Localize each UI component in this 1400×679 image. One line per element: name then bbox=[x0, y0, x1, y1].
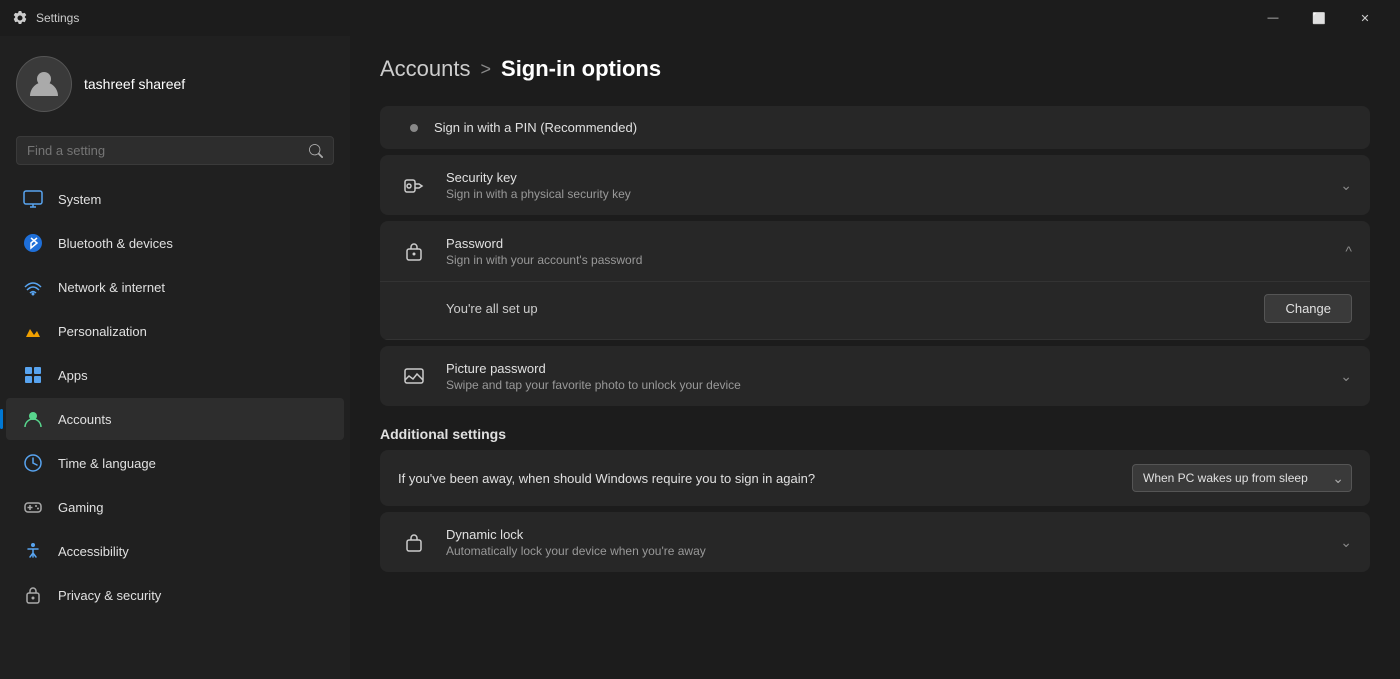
time-icon bbox=[22, 452, 44, 474]
pin-text: Sign in with a PIN (Recommended) bbox=[434, 120, 637, 135]
away-select-wrapper: When PC wakes up from sleep Every time N… bbox=[1132, 464, 1352, 492]
sidebar-item-network[interactable]: Network & internet bbox=[6, 266, 344, 308]
pin-dot-icon bbox=[410, 124, 418, 132]
close-button[interactable]: ✕ bbox=[1342, 2, 1388, 34]
password-card: Password Sign in with your account's pas… bbox=[380, 221, 1370, 340]
security-key-title: Security key bbox=[446, 170, 1324, 185]
system-icon bbox=[22, 188, 44, 210]
additional-settings-header: Additional settings bbox=[380, 426, 1370, 442]
picture-password-title: Picture password bbox=[446, 361, 1324, 376]
dynamic-lock-title: Dynamic lock bbox=[446, 527, 1324, 542]
sidebar-item-label-network: Network & internet bbox=[58, 280, 165, 295]
chevron-down-icon: ⌄ bbox=[1340, 177, 1352, 194]
sidebar-item-personalization[interactable]: Personalization bbox=[6, 310, 344, 352]
password-title: Password bbox=[446, 236, 1329, 251]
password-icon bbox=[398, 235, 430, 267]
security-key-subtitle: Sign in with a physical security key bbox=[446, 187, 1324, 201]
chevron-down-icon-2: ⌄ bbox=[1340, 368, 1352, 385]
password-expanded: You're all set up Change bbox=[380, 282, 1370, 340]
pin-card: Sign in with a PIN (Recommended) bbox=[380, 106, 1370, 149]
gaming-icon bbox=[22, 496, 44, 518]
dynamic-lock-icon bbox=[398, 526, 430, 558]
security-key-row[interactable]: Security key Sign in with a physical sec… bbox=[380, 155, 1370, 215]
change-password-button[interactable]: Change bbox=[1264, 294, 1352, 323]
breadcrumb-current: Sign-in options bbox=[501, 56, 661, 82]
breadcrumb-parent[interactable]: Accounts bbox=[380, 56, 471, 82]
main-content: Accounts > Sign-in options Sign in with … bbox=[350, 36, 1400, 679]
password-status-row: You're all set up Change bbox=[446, 294, 1352, 323]
security-key-card: Security key Sign in with a physical sec… bbox=[380, 155, 1370, 215]
network-icon bbox=[22, 276, 44, 298]
pin-row[interactable]: Sign in with a PIN (Recommended) bbox=[380, 106, 1370, 149]
sidebar-item-label-time: Time & language bbox=[58, 456, 156, 471]
user-profile: tashreef shareef bbox=[0, 36, 350, 128]
sidebar-item-label-bluetooth: Bluetooth & devices bbox=[58, 236, 173, 251]
password-subtitle: Sign in with your account's password bbox=[446, 253, 1329, 267]
accessibility-icon bbox=[22, 540, 44, 562]
picture-password-subtitle: Swipe and tap your favorite photo to unl… bbox=[446, 378, 1324, 392]
chevron-up-icon: ^ bbox=[1345, 243, 1352, 259]
window-controls: — ⬜ ✕ bbox=[1250, 2, 1388, 34]
bluetooth-icon bbox=[22, 232, 44, 254]
away-setting-row: If you've been away, when should Windows… bbox=[380, 450, 1370, 506]
sidebar: tashreef shareef System bbox=[0, 36, 350, 679]
sidebar-item-time[interactable]: Time & language bbox=[6, 442, 344, 484]
apps-icon bbox=[22, 364, 44, 386]
personalization-icon bbox=[22, 320, 44, 342]
dynamic-lock-row[interactable]: Dynamic lock Automatically lock your dev… bbox=[380, 512, 1370, 572]
dynamic-lock-subtitle: Automatically lock your device when you'… bbox=[446, 544, 1324, 558]
titlebar-title: Settings bbox=[36, 11, 79, 25]
away-settings-card: If you've been away, when should Windows… bbox=[380, 450, 1370, 506]
away-select[interactable]: When PC wakes up from sleep Every time N… bbox=[1132, 464, 1352, 492]
search-box[interactable] bbox=[16, 136, 334, 165]
picture-password-card: Picture password Swipe and tap your favo… bbox=[380, 346, 1370, 406]
sidebar-item-gaming[interactable]: Gaming bbox=[6, 486, 344, 528]
picture-password-text: Picture password Swipe and tap your favo… bbox=[446, 361, 1324, 392]
avatar bbox=[16, 56, 72, 112]
search-container bbox=[0, 128, 350, 177]
privacy-icon bbox=[22, 584, 44, 606]
security-key-text: Security key Sign in with a physical sec… bbox=[446, 170, 1324, 201]
picture-password-row[interactable]: Picture password Swipe and tap your favo… bbox=[380, 346, 1370, 406]
password-status: You're all set up bbox=[446, 301, 538, 316]
sidebar-item-bluetooth[interactable]: Bluetooth & devices bbox=[6, 222, 344, 264]
dynamic-lock-text: Dynamic lock Automatically lock your dev… bbox=[446, 527, 1324, 558]
breadcrumb: Accounts > Sign-in options bbox=[380, 56, 1370, 82]
chevron-down-icon-3: ⌄ bbox=[1340, 534, 1352, 551]
away-setting-label: If you've been away, when should Windows… bbox=[398, 471, 1132, 486]
sidebar-item-label-accessibility: Accessibility bbox=[58, 544, 129, 559]
sidebar-item-apps[interactable]: Apps bbox=[6, 354, 344, 396]
dynamic-lock-card: Dynamic lock Automatically lock your dev… bbox=[380, 512, 1370, 572]
app-body: tashreef shareef System bbox=[0, 36, 1400, 679]
sidebar-item-label-system: System bbox=[58, 192, 101, 207]
sidebar-item-accessibility[interactable]: Accessibility bbox=[6, 530, 344, 572]
password-text: Password Sign in with your account's pas… bbox=[446, 236, 1329, 267]
titlebar: Settings — ⬜ ✕ bbox=[0, 0, 1400, 36]
sidebar-item-privacy[interactable]: Privacy & security bbox=[6, 574, 344, 616]
search-input[interactable] bbox=[27, 143, 301, 158]
sidebar-item-label-accounts: Accounts bbox=[58, 412, 111, 427]
sidebar-item-system[interactable]: System bbox=[6, 178, 344, 220]
sidebar-item-label-personalization: Personalization bbox=[58, 324, 147, 339]
settings-icon bbox=[12, 10, 28, 26]
search-icon bbox=[309, 144, 323, 158]
user-name: tashreef shareef bbox=[84, 76, 185, 92]
security-key-icon bbox=[398, 169, 430, 201]
password-row[interactable]: Password Sign in with your account's pas… bbox=[380, 221, 1370, 282]
minimize-button[interactable]: — bbox=[1250, 2, 1296, 34]
breadcrumb-separator: > bbox=[481, 59, 492, 80]
sidebar-item-accounts[interactable]: Accounts bbox=[6, 398, 344, 440]
accounts-icon bbox=[22, 408, 44, 430]
maximize-button[interactable]: ⬜ bbox=[1296, 2, 1342, 34]
picture-password-icon bbox=[398, 360, 430, 392]
sidebar-item-label-privacy: Privacy & security bbox=[58, 588, 161, 603]
sidebar-item-label-gaming: Gaming bbox=[58, 500, 104, 515]
sidebar-item-label-apps: Apps bbox=[58, 368, 88, 383]
